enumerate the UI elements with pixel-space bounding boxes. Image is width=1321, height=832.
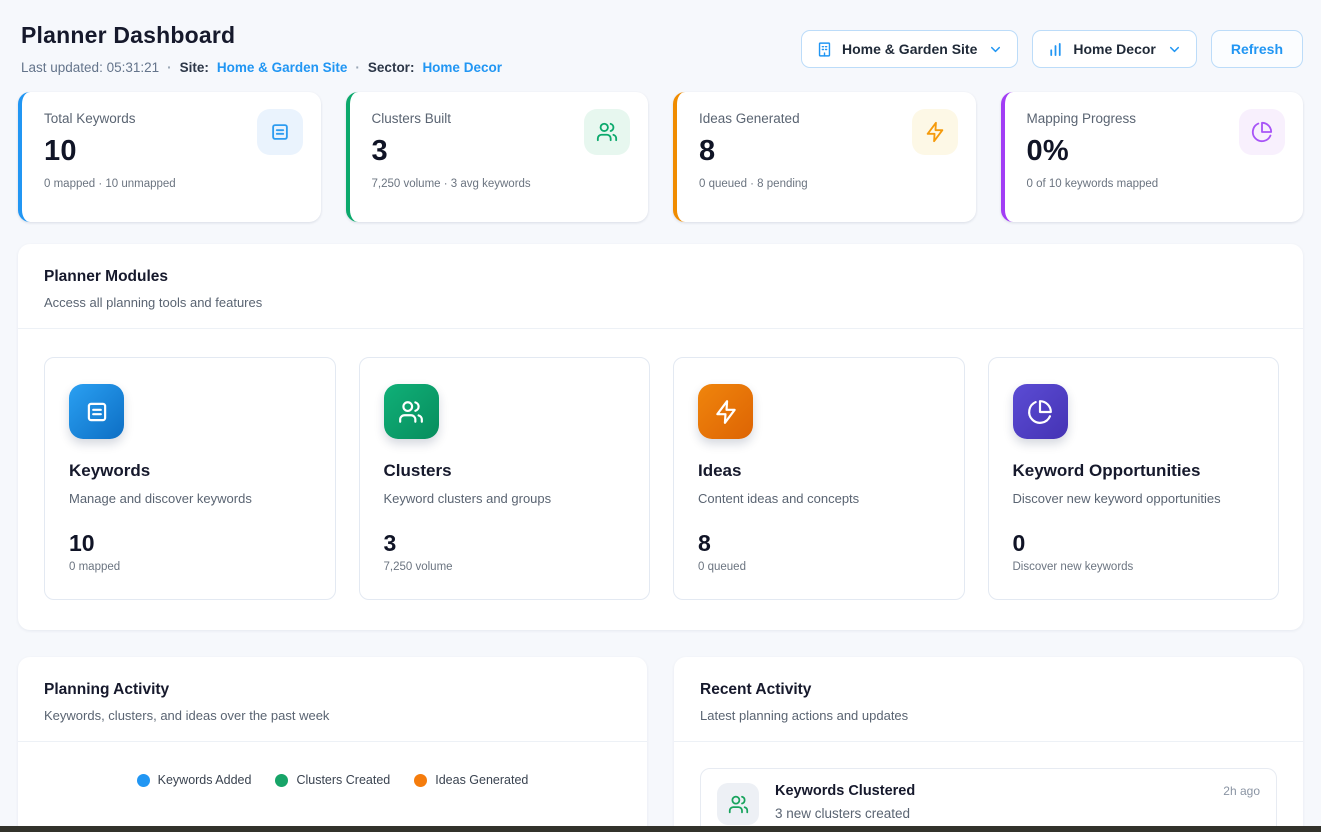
module-value: 8 [698,530,940,557]
recent-activity-card: Recent Activity Latest planning actions … [674,657,1303,832]
activity-item-time: 2h ago [1223,784,1260,798]
site-dropdown-label: Home & Garden Site [842,41,977,57]
stat-card-ideas-generated[interactable]: Ideas Generated 8 0 queued · 8 pending [673,92,976,222]
chevron-down-icon [988,42,1003,57]
legend-item-keywords-added[interactable]: Keywords Added [137,773,252,787]
planner-dashboard-page: Planner Dashboard Last updated: 05:31:21… [0,0,1321,832]
module-description: Content ideas and concepts [698,491,940,506]
stat-card-mapping-progress[interactable]: Mapping Progress 0% 0 of 10 keywords map… [1001,92,1304,222]
activity-item-title: Keywords Clustered [775,783,915,799]
module-caption: Discover new keywords [1013,561,1255,573]
last-updated-text: Last updated: 05:31:21 [21,60,159,75]
planning-activity-title: Planning Activity [44,681,621,699]
stat-caption: 0 queued · 8 pending [699,178,956,190]
module-value: 3 [384,530,626,557]
legend-dot-icon [414,774,427,787]
planning-activity-subtitle: Keywords, clusters, and ideas over the p… [44,708,621,723]
module-title: Clusters [384,461,626,481]
users-icon [717,783,759,825]
site-dropdown[interactable]: Home & Garden Site [801,30,1018,68]
stat-card-clusters-built[interactable]: Clusters Built 3 7,250 volume · 3 avg ke… [346,92,649,222]
refresh-button-label: Refresh [1231,41,1283,57]
module-value: 10 [69,530,311,557]
modules-section-subtitle: Access all planning tools and features [44,295,1277,310]
building-icon [816,41,833,58]
site-link[interactable]: Home & Garden Site [217,60,348,75]
stat-caption: 0 of 10 keywords mapped [1027,178,1284,190]
legend-label: Clusters Created [296,773,390,787]
stat-caption: 7,250 volume · 3 avg keywords [372,178,629,190]
module-card-ideas[interactable]: Ideas Content ideas and concepts 8 0 que… [673,357,965,600]
activity-item-body: Keywords Clustered 2h ago 3 new clusters… [775,783,1260,825]
legend-dot-icon [275,774,288,787]
meta-separator: · [355,60,360,75]
module-title: Keyword Opportunities [1013,461,1255,481]
header-left: Planner Dashboard Last updated: 05:31:21… [18,18,502,75]
module-caption: 7,250 volume [384,561,626,573]
pie-chart-icon [1013,384,1068,439]
document-icon [69,384,124,439]
users-icon [384,384,439,439]
activity-item-description: 3 new clusters created [775,806,1260,821]
modules-section-title: Planner Modules [44,268,1277,286]
module-card-keyword-opportunities[interactable]: Keyword Opportunities Discover new keywo… [988,357,1280,600]
module-title: Ideas [698,461,940,481]
planning-activity-header: Planning Activity Keywords, clusters, an… [18,657,647,742]
planning-activity-card: Planning Activity Keywords, clusters, an… [18,657,647,832]
sector-dropdown[interactable]: Home Decor [1032,30,1196,68]
page-header: Planner Dashboard Last updated: 05:31:21… [18,18,1303,75]
module-card-clusters[interactable]: Clusters Keyword clusters and groups 3 7… [359,357,651,600]
bottom-edge-bar [0,826,1321,832]
chart-legend: Keywords Added Clusters Created Ideas Ge… [18,773,647,787]
document-icon [257,109,303,155]
header-meta: Last updated: 05:31:21 · Site: Home & Ga… [21,60,502,75]
bar-chart-icon [1047,41,1064,58]
module-title: Keywords [69,461,311,481]
recent-activity-subtitle: Latest planning actions and updates [700,708,1277,723]
legend-dot-icon [137,774,150,787]
recent-activity-title: Recent Activity [700,681,1277,699]
module-caption: 0 queued [698,561,940,573]
sector-dropdown-label: Home Decor [1073,41,1155,57]
page-title: Planner Dashboard [21,22,502,49]
lightning-icon [912,109,958,155]
lightning-icon [698,384,753,439]
sector-label: Sector: [368,60,415,75]
legend-item-clusters-created[interactable]: Clusters Created [275,773,390,787]
module-description: Discover new keyword opportunities [1013,491,1255,506]
module-card-keywords[interactable]: Keywords Manage and discover keywords 10… [44,357,336,600]
meta-separator: · [167,60,172,75]
activity-item-keywords-clustered[interactable]: Keywords Clustered 2h ago 3 new clusters… [700,768,1277,832]
pie-chart-icon [1239,109,1285,155]
users-icon [584,109,630,155]
header-toolbar: Home & Garden Site Home Decor Refresh [801,30,1303,68]
modules-grid: Keywords Manage and discover keywords 10… [18,329,1303,630]
sector-link[interactable]: Home Decor [422,60,502,75]
legend-label: Ideas Generated [435,773,528,787]
refresh-button[interactable]: Refresh [1211,30,1303,68]
chevron-down-icon [1167,42,1182,57]
legend-item-ideas-generated[interactable]: Ideas Generated [414,773,528,787]
module-description: Manage and discover keywords [69,491,311,506]
stat-card-total-keywords[interactable]: Total Keywords 10 0 mapped · 10 unmapped [18,92,321,222]
site-label: Site: [180,60,209,75]
bottom-row: Planning Activity Keywords, clusters, an… [18,657,1303,832]
planner-modules-section: Planner Modules Access all planning tool… [18,244,1303,630]
recent-activity-header: Recent Activity Latest planning actions … [674,657,1303,742]
module-description: Keyword clusters and groups [384,491,626,506]
module-caption: 0 mapped [69,561,311,573]
stat-caption: 0 mapped · 10 unmapped [44,178,301,190]
module-value: 0 [1013,530,1255,557]
legend-label: Keywords Added [158,773,252,787]
stats-row: Total Keywords 10 0 mapped · 10 unmapped… [18,92,1303,222]
modules-section-header: Planner Modules Access all planning tool… [18,244,1303,329]
